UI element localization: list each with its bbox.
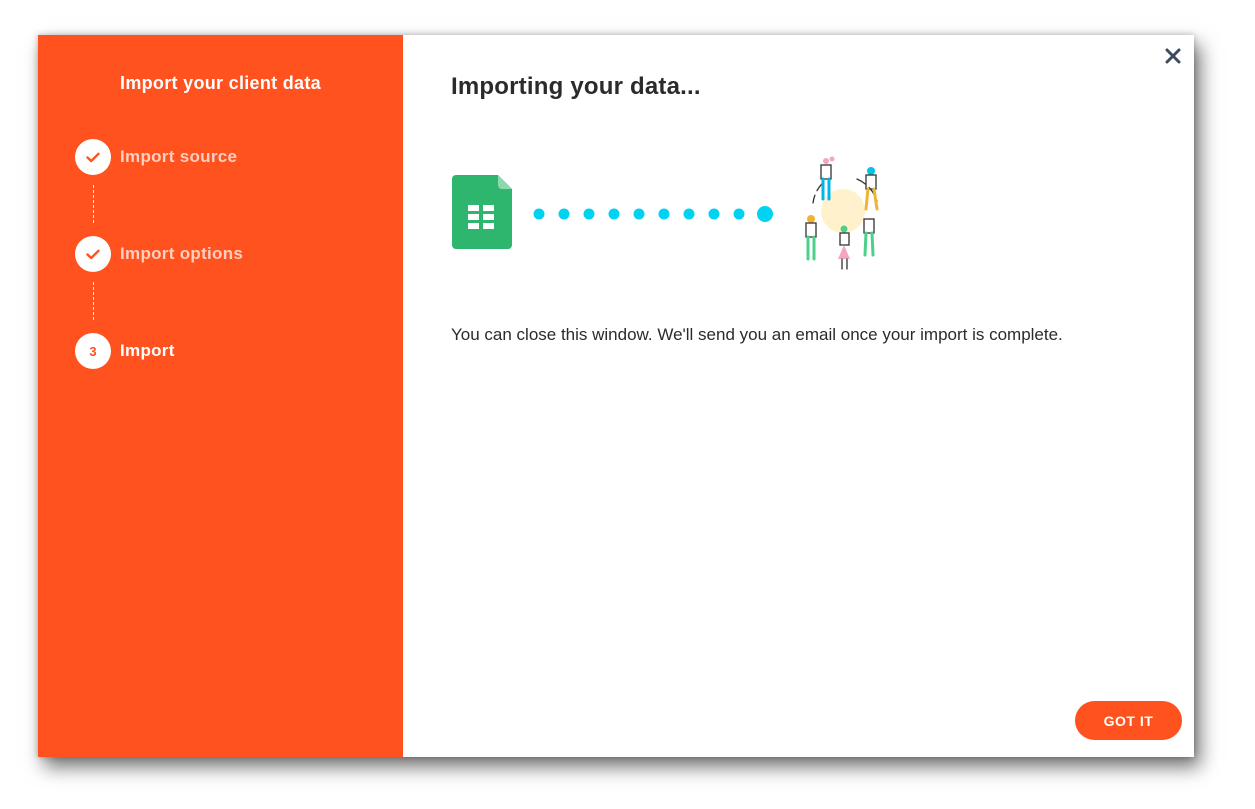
page-title: Importing your data...	[451, 73, 701, 100]
people-illustration	[805, 156, 879, 270]
progress-dots	[533, 206, 773, 222]
import-progress-illustration	[452, 156, 879, 270]
step-import-source: Import source	[75, 139, 237, 175]
step-label: Import source	[120, 147, 238, 166]
sidebar-title: Import your client data	[120, 73, 321, 93]
check-icon	[75, 236, 111, 272]
check-icon	[75, 139, 111, 175]
import-status-message: You can close this window. We'll send yo…	[451, 325, 1063, 344]
step-import: 3 Import	[75, 333, 175, 369]
step-label: Import options	[120, 244, 244, 263]
step-number: 3	[75, 333, 111, 369]
close-icon	[1165, 48, 1181, 64]
step-label: Import	[120, 341, 175, 360]
google-sheets-icon	[452, 175, 512, 249]
import-dialog: Import your client data Import source Im…	[38, 35, 1194, 757]
import-steps-sidebar: Import your client data Import source Im…	[38, 35, 403, 757]
got-it-button[interactable]: GOT IT	[1075, 701, 1182, 740]
step-import-options: Import options	[75, 236, 243, 272]
import-progress-panel: Importing your data... You can close thi…	[403, 35, 1194, 757]
close-button[interactable]	[1160, 43, 1186, 69]
step-connector	[93, 282, 94, 320]
step-connector	[93, 185, 94, 223]
